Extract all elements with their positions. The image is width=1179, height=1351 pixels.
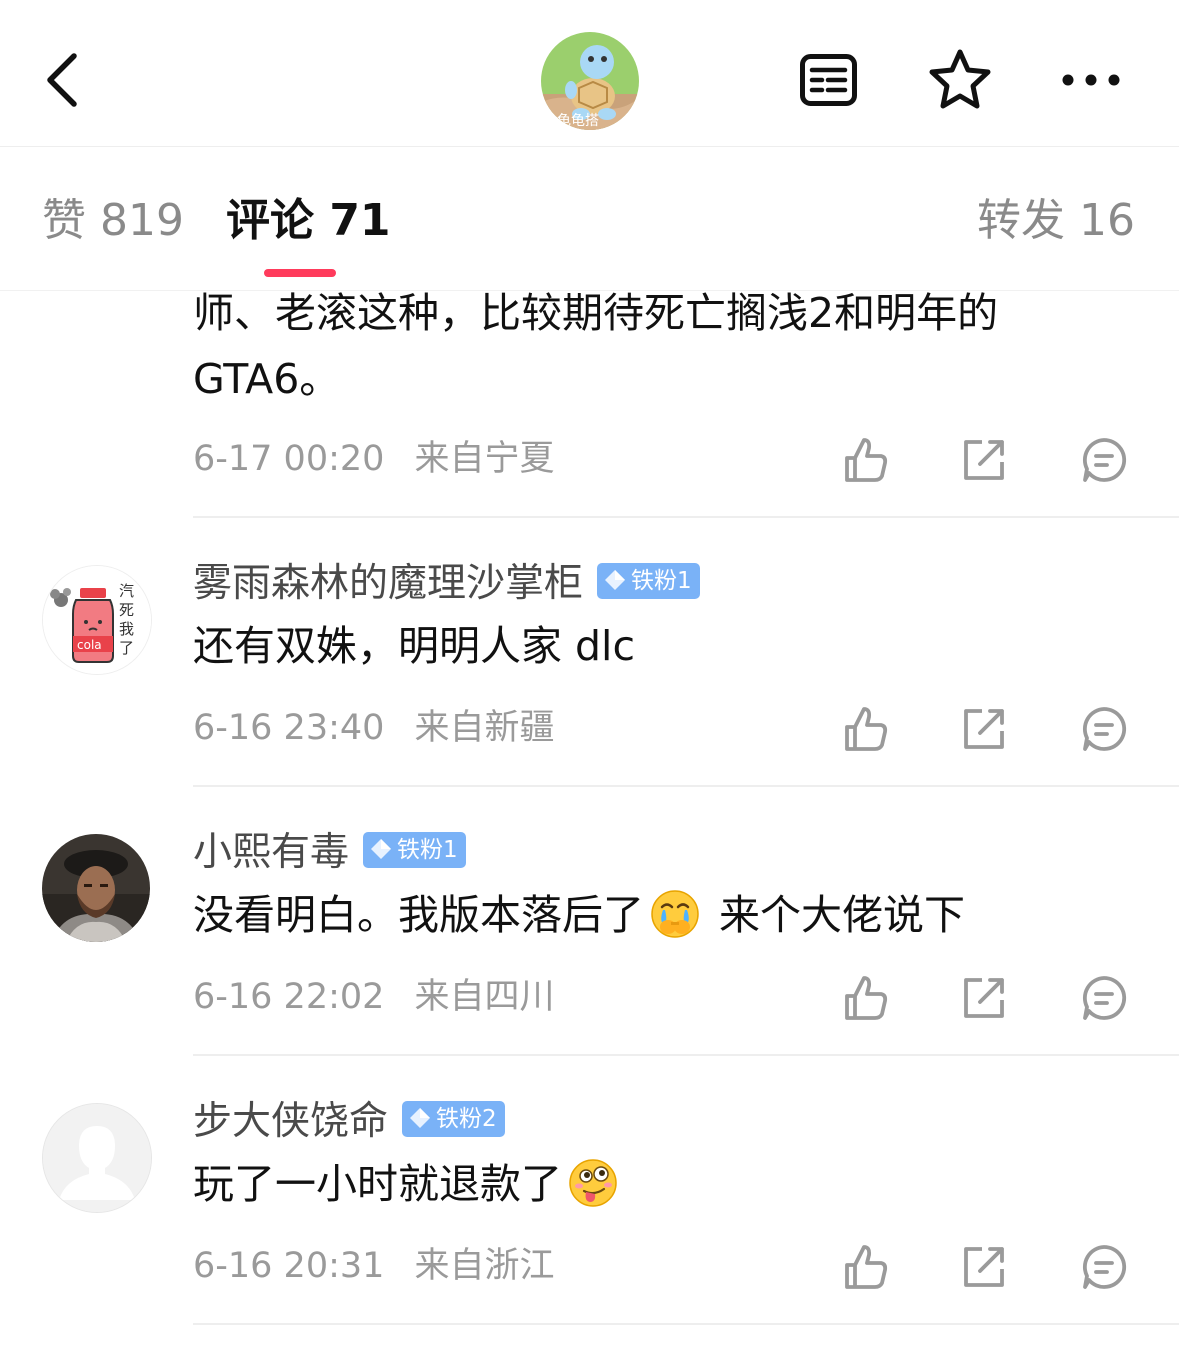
comment-text: 师、老滚这种，比较期待死亡搁浅2和明年的 bbox=[193, 291, 999, 337]
crying-covering-mouth-emoji bbox=[651, 890, 699, 938]
cola-label: cola bbox=[77, 638, 102, 652]
username-row: 小熙有毒 铁粉1 bbox=[193, 825, 466, 881]
diamond-icon bbox=[371, 838, 392, 859]
list-button[interactable] bbox=[800, 54, 857, 110]
fan-badge[interactable]: 铁粉1 bbox=[363, 832, 466, 868]
comment-icon bbox=[1083, 976, 1127, 1020]
reply-button[interactable] bbox=[1080, 1243, 1128, 1291]
comment-meta: 6-16 20:31 来自浙江 bbox=[193, 1244, 554, 1288]
reply-button[interactable] bbox=[1080, 974, 1128, 1022]
star-icon bbox=[929, 49, 991, 109]
comment-text-part: 玩了一小时就退款了 bbox=[193, 1160, 562, 1208]
comment-location: 来自宁夏 bbox=[414, 439, 555, 479]
comment-location: 来自四川 bbox=[414, 977, 555, 1017]
comment-icon bbox=[1083, 438, 1127, 482]
avatar-watermark: 龟龟搭 bbox=[557, 113, 599, 129]
share-icon bbox=[964, 709, 1004, 749]
comment-text: GTA6。 bbox=[193, 355, 341, 403]
share-button[interactable] bbox=[960, 1243, 1008, 1291]
share-button[interactable] bbox=[960, 974, 1008, 1022]
comment-text: 玩了一小时就退款了 bbox=[193, 1151, 624, 1217]
badge-label: 铁粉2 bbox=[436, 1106, 497, 1132]
avatar-text-line: 了 bbox=[119, 639, 134, 657]
divider bbox=[193, 516, 1179, 518]
thumbs-up-icon bbox=[845, 1245, 888, 1289]
divider bbox=[193, 785, 1179, 787]
comment-text-part: 没看明白。我版本落后了 bbox=[193, 891, 644, 939]
fan-badge[interactable]: 铁粉1 bbox=[597, 563, 700, 599]
comment-time: 6-16 20:31 bbox=[193, 1246, 385, 1286]
comment-meta: 6-16 22:02 来自四川 bbox=[193, 975, 554, 1019]
tab-reposts[interactable]: 转发 16 bbox=[977, 191, 1135, 251]
avatar[interactable] bbox=[42, 1103, 152, 1213]
comment-text: 还有双姝，明明人家 dlc bbox=[193, 622, 635, 670]
comment-text: 没看明白。我版本落后了 来个大佬说下 bbox=[193, 882, 965, 948]
list-icon bbox=[800, 54, 857, 106]
tongue-out-emoji bbox=[569, 1159, 617, 1207]
comment-time: 6-16 23:40 bbox=[193, 708, 385, 748]
username-row: 雾雨森林的魔理沙掌柜 铁粉1 bbox=[193, 556, 700, 612]
like-button[interactable] bbox=[842, 974, 890, 1022]
comment-meta: 6-17 00:20 来自宁夏 bbox=[193, 437, 554, 481]
tab-comments[interactable]: 评论 71 bbox=[226, 191, 391, 251]
avatar-text-line: 汽 bbox=[119, 582, 134, 600]
share-icon bbox=[964, 1247, 1004, 1287]
comment-meta: 6-16 23:40 来自新疆 bbox=[193, 706, 554, 750]
share-icon bbox=[964, 440, 1004, 480]
profile-avatar[interactable]: 龟龟搭 bbox=[541, 32, 639, 130]
avatar-text-line: 我 bbox=[119, 620, 134, 638]
share-icon bbox=[964, 978, 1004, 1018]
back-button[interactable] bbox=[40, 50, 86, 110]
comment-time: 6-16 22:02 bbox=[193, 977, 385, 1017]
share-button[interactable] bbox=[960, 436, 1008, 484]
thumbs-up-icon bbox=[845, 976, 888, 1020]
reply-button[interactable] bbox=[1080, 436, 1128, 484]
default-avatar-icon bbox=[43, 1104, 151, 1212]
tab-likes[interactable]: 赞 819 bbox=[42, 191, 184, 251]
more-icon bbox=[1062, 74, 1120, 86]
share-button[interactable] bbox=[960, 705, 1008, 753]
diamond-icon bbox=[410, 1107, 431, 1128]
like-button[interactable] bbox=[842, 436, 890, 484]
like-button[interactable] bbox=[842, 1243, 890, 1291]
comment-text-part: 来个大佬说下 bbox=[706, 891, 966, 939]
comment-list[interactable]: 师、老滚这种，比较期待死亡搁浅2和明年的 GTA6。 6-17 00:20 来自宁… bbox=[0, 291, 1179, 1351]
avatar[interactable]: cola 汽 死 我 了 bbox=[42, 565, 152, 675]
comment-location: 来自新疆 bbox=[414, 708, 555, 748]
divider bbox=[193, 1054, 1179, 1056]
username[interactable]: 雾雨森林的魔理沙掌柜 bbox=[193, 561, 583, 606]
tab-bar: 赞 819 评论 71 转发 16 bbox=[0, 147, 1179, 291]
thumbs-up-icon bbox=[845, 707, 888, 751]
comment-icon bbox=[1083, 1245, 1127, 1289]
active-tab-indicator bbox=[264, 269, 336, 277]
diamond-icon bbox=[605, 569, 626, 590]
chevron-left-icon bbox=[47, 53, 77, 107]
username-row: 步大侠饶命 铁粉2 bbox=[193, 1094, 505, 1150]
avatar[interactable] bbox=[42, 834, 150, 942]
more-button[interactable] bbox=[1060, 70, 1122, 94]
comment-location: 来自浙江 bbox=[414, 1246, 555, 1286]
comment-time: 6-17 00:20 bbox=[193, 439, 385, 479]
reply-button[interactable] bbox=[1080, 705, 1128, 753]
thumbs-up-icon bbox=[845, 438, 888, 482]
favorite-button[interactable] bbox=[928, 48, 992, 114]
badge-label: 铁粉1 bbox=[631, 568, 692, 594]
username[interactable]: 小熙有毒 bbox=[193, 830, 349, 875]
badge-label: 铁粉1 bbox=[397, 837, 458, 863]
fan-badge[interactable]: 铁粉2 bbox=[402, 1101, 505, 1137]
comment-icon bbox=[1083, 707, 1127, 751]
like-button[interactable] bbox=[842, 705, 890, 753]
top-bar: 龟龟搭 bbox=[0, 0, 1179, 147]
avatar-text-line: 死 bbox=[119, 601, 134, 619]
divider bbox=[193, 1323, 1179, 1325]
username[interactable]: 步大侠饶命 bbox=[193, 1099, 388, 1144]
